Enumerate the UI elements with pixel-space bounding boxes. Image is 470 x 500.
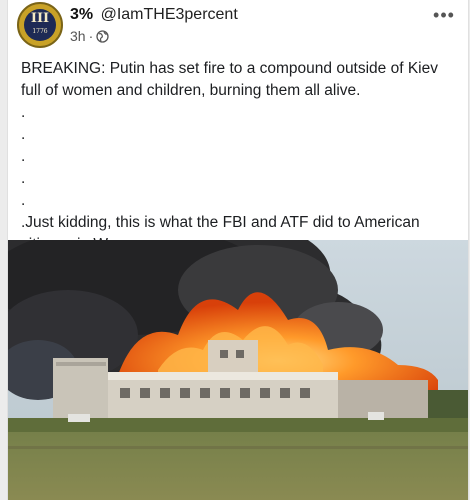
- post-header: III 1776 3% @IamTHE3percent 3h · •••: [8, 0, 468, 52]
- post-text-line: .: [21, 148, 26, 165]
- post-photo[interactable]: [8, 225, 468, 500]
- avatar-emblem-text: III: [30, 11, 50, 26]
- post-text: BREAKING: Putin has set fire to a compou…: [21, 58, 461, 256]
- post-text-line: .: [21, 192, 26, 209]
- globe-icon: [96, 30, 109, 46]
- post-time[interactable]: 3h: [70, 28, 86, 44]
- avatar-year: 1776: [32, 28, 48, 35]
- author-name[interactable]: 3%: [70, 6, 93, 23]
- author-handle[interactable]: @IamTHE3percent: [101, 6, 238, 23]
- avatar-emblem: III 1776: [24, 9, 56, 41]
- post-card: III 1776 3% @IamTHE3percent 3h · ••• BREA…: [7, 0, 469, 500]
- more-options-icon[interactable]: •••: [432, 6, 456, 26]
- post-meta: 3h ·: [70, 28, 109, 46]
- post-text-line: .: [21, 170, 26, 187]
- author-line: 3% @IamTHE3percent: [70, 6, 238, 24]
- post-text-line: .: [21, 126, 26, 143]
- post-text-line: BREAKING: Putin has set fire to a compou…: [21, 60, 438, 99]
- photo-illustration: [8, 225, 468, 500]
- post-text-line: .: [21, 104, 26, 121]
- meta-separator: ·: [88, 28, 94, 44]
- avatar[interactable]: III 1776: [17, 2, 63, 48]
